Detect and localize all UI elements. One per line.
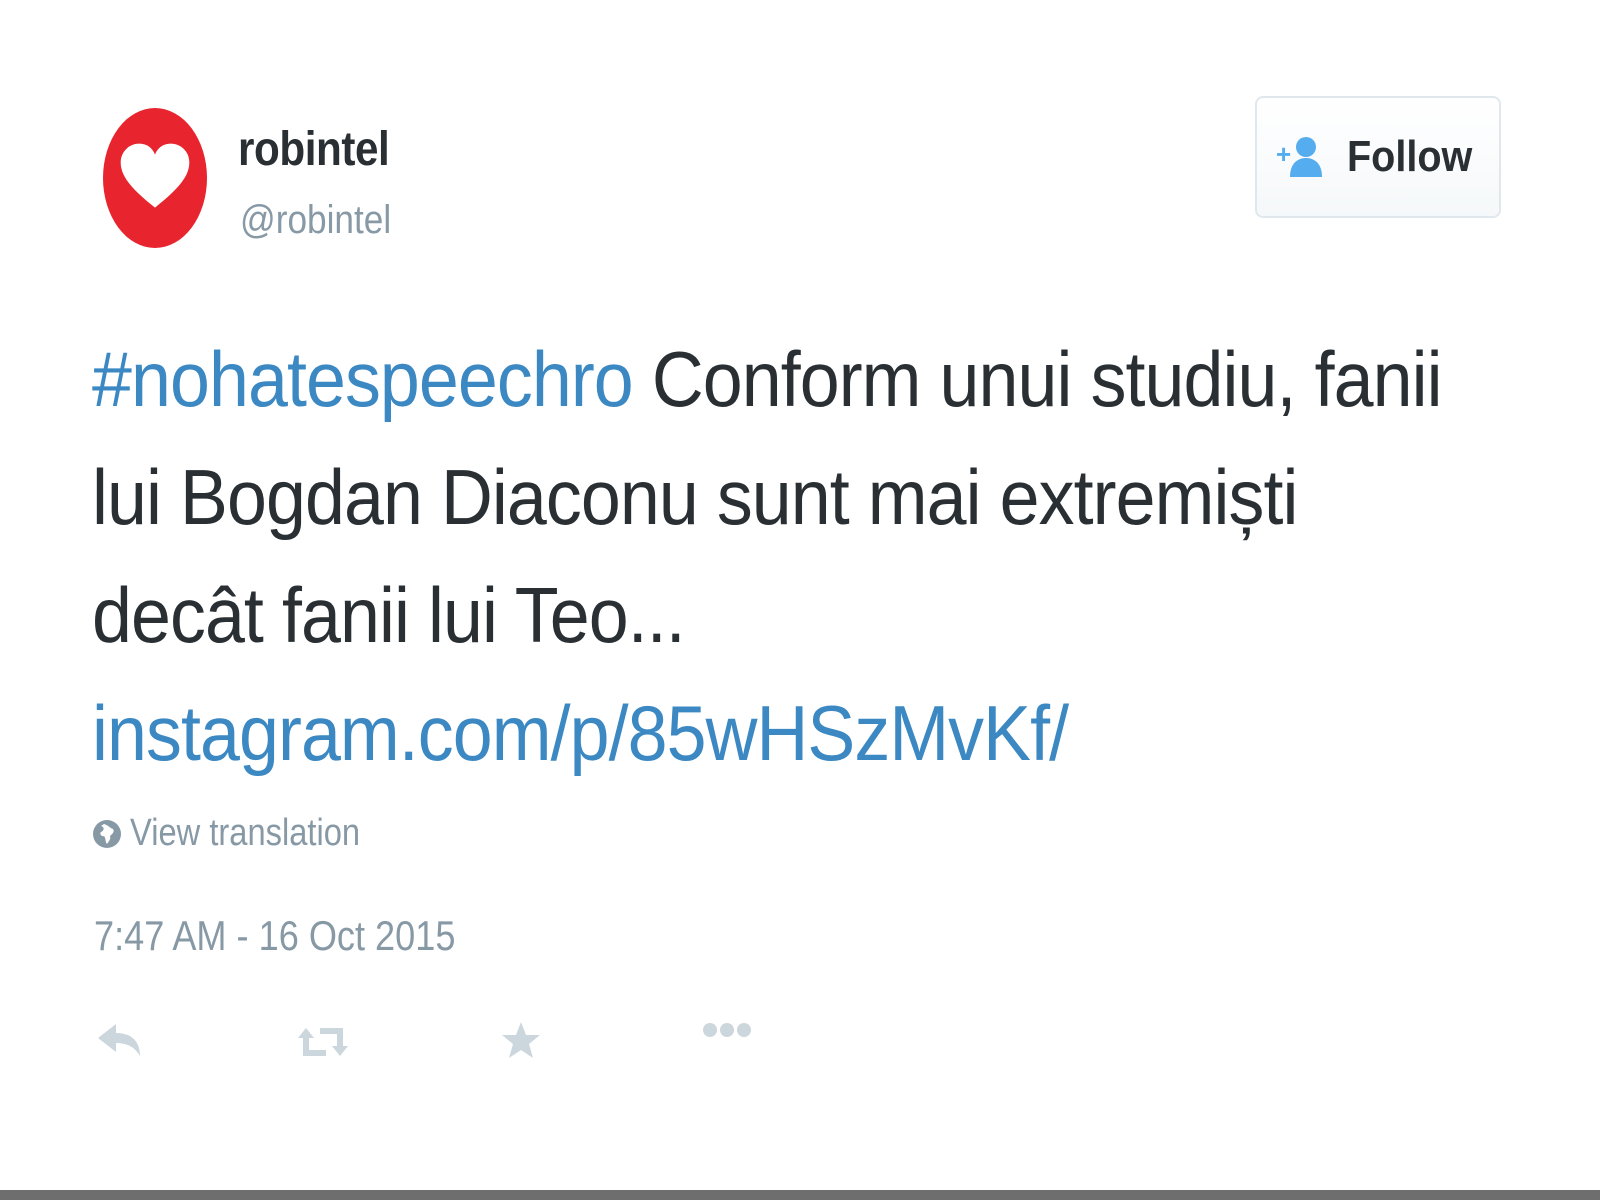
bottom-border xyxy=(0,1190,1600,1200)
follow-button-label: Follow xyxy=(1347,132,1473,181)
globe-icon xyxy=(93,819,121,848)
tweet-text-line2: lui Bogdan Diaconu sunt mai extremiști xyxy=(92,453,1298,541)
favorite-icon[interactable] xyxy=(500,1020,542,1067)
view-translation-label: View translation xyxy=(130,812,361,854)
tweet-text-line3: decât fanii lui Teo... xyxy=(92,571,686,659)
follow-button[interactable]: + Follow xyxy=(1255,96,1501,218)
view-translation-button[interactable]: View translation xyxy=(92,812,398,855)
instagram-link[interactable]: instagram.com/p/85wHSzMvKf/ xyxy=(92,689,1069,777)
avatar[interactable] xyxy=(103,108,207,248)
retweet-icon[interactable] xyxy=(296,1020,350,1069)
tweet-timestamp[interactable]: 7:47 AM - 16 Oct 2015 xyxy=(94,912,455,960)
user-handle[interactable]: @robintel xyxy=(240,198,391,243)
tweet-text: #nohatespeechro Conform unui studiu, fan… xyxy=(92,320,1443,792)
display-name[interactable]: robintel xyxy=(238,122,390,177)
hashtag-link[interactable]: #nohatespeechro xyxy=(92,335,634,423)
tweet-text-line1: Conform unui studiu, fanii xyxy=(632,335,1443,423)
add-user-icon: + xyxy=(1276,137,1323,177)
heart-icon xyxy=(120,143,190,208)
more-icon[interactable] xyxy=(702,1020,752,1045)
svg-text:+: + xyxy=(1276,139,1291,169)
tweet-card: robintel @robintel + Follow #nohatespeec… xyxy=(0,0,1600,1190)
reply-icon[interactable] xyxy=(96,1020,142,1065)
